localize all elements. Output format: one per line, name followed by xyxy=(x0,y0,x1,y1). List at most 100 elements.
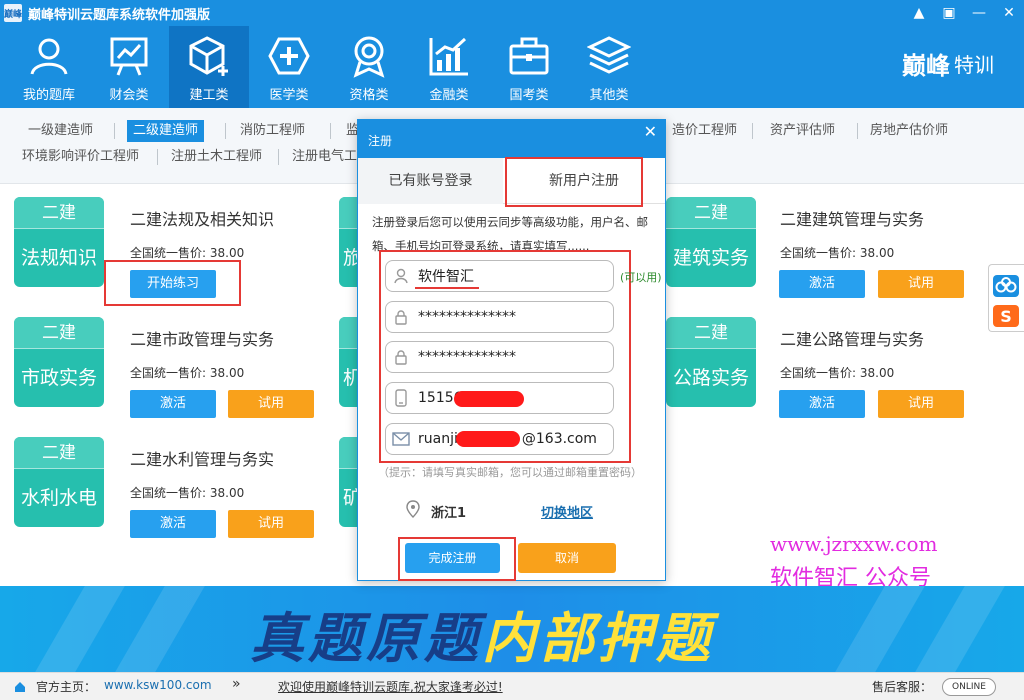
window-controls: ▲ ▣ — ✕ xyxy=(904,0,1024,26)
nav-other[interactable]: 其他类 xyxy=(569,26,649,108)
phone-icon xyxy=(386,383,416,413)
nav-label: 医学类 xyxy=(269,88,309,103)
tab-login[interactable]: 已有账号登录 xyxy=(358,158,503,204)
app-logo-icon: 巅峰 xyxy=(4,4,22,22)
username-value: 软件智汇 xyxy=(418,269,474,285)
switch-region-link[interactable]: 切换地区 xyxy=(541,502,593,521)
activate-button[interactable]: 激活 xyxy=(130,510,216,538)
menu-icon[interactable]: ▣ xyxy=(934,0,964,26)
banner-text: 真题原题内部押题 xyxy=(250,594,714,672)
tile-subject: 公路实务 xyxy=(672,367,749,389)
trial-button[interactable]: 试用 xyxy=(878,270,964,298)
tab-environment-engineer[interactable]: 环境影响评价工程师 xyxy=(16,146,145,168)
location-pin-icon xyxy=(406,500,420,518)
nav-finance[interactable]: 财会类 xyxy=(89,26,169,108)
course-tile[interactable]: 二建 公路实务 xyxy=(666,317,756,407)
scroll-arrows-icon: » xyxy=(232,676,241,692)
course-title: 二建市政管理与实务 xyxy=(130,330,275,349)
course-title: 二建建筑管理与实务 xyxy=(780,210,925,229)
tab-electrical-engineer[interactable]: 注册电气工 xyxy=(286,146,363,168)
banner-stripe xyxy=(915,586,1005,672)
tile-subject: 建筑实务 xyxy=(672,247,749,269)
lock-icon xyxy=(386,342,416,372)
nav-label: 国考类 xyxy=(509,88,549,103)
tab-cost-engineer[interactable]: 造价工程师 xyxy=(666,120,743,142)
confirm-password-field[interactable]: ************** xyxy=(385,341,614,373)
nav-label: 建工类 xyxy=(189,88,229,103)
layers-icon xyxy=(587,36,631,74)
status-bar: 官方主页： www.ksw100.com » 欢迎使用巅峰特训云题库,祝大家逢考… xyxy=(0,672,1024,700)
tile-subject: 市政实务 xyxy=(20,367,97,389)
banner-stripe xyxy=(35,586,125,672)
home-icon xyxy=(15,682,25,692)
nav-label: 资格类 xyxy=(349,88,389,103)
sogou-icon[interactable]: S xyxy=(993,305,1019,327)
tab-level1-builder[interactable]: 一级建造师 xyxy=(22,120,99,142)
course-tile[interactable]: 二建 市政实务 xyxy=(14,317,104,407)
banner-stripe xyxy=(835,586,925,672)
mail-icon xyxy=(386,424,416,454)
activate-button[interactable]: 激活 xyxy=(779,390,865,418)
underline-mark xyxy=(415,287,479,289)
password-value: ************** xyxy=(418,309,516,325)
tile-subject: 水利水电 xyxy=(20,487,97,509)
promo-banner[interactable]: 真题原题内部押题 xyxy=(0,586,1024,672)
cancel-button[interactable]: 取消 xyxy=(518,543,616,573)
nav-label: 财会类 xyxy=(109,88,149,103)
tab-fire-engineer[interactable]: 消防工程师 xyxy=(234,120,311,142)
course-tile[interactable]: 二建 水利水电 xyxy=(14,437,104,527)
cube-icon xyxy=(189,36,228,76)
nav-my-bank[interactable]: 我的题库 xyxy=(9,26,89,108)
close-icon[interactable]: ✕ xyxy=(994,0,1024,26)
banner-text-highlight: 内部押题 xyxy=(482,607,714,670)
nav-medical[interactable]: 医学类 xyxy=(249,26,329,108)
close-icon[interactable]: ✕ xyxy=(644,122,657,141)
watermark-url: www.jzrxxw.com xyxy=(770,532,938,556)
email-hint: （提示：请填写真实邮箱，您可以通过邮箱重置密码） xyxy=(378,466,642,479)
minimize-icon[interactable]: — xyxy=(964,0,994,26)
nav-qualification[interactable]: 资格类 xyxy=(329,26,409,108)
homepage-label: 官方主页： xyxy=(36,680,97,694)
course-tile[interactable]: 二建 法规知识 xyxy=(14,197,104,287)
password-field[interactable]: ************** xyxy=(385,301,614,333)
svg-text:S: S xyxy=(1000,307,1012,326)
username-available: (可以用) xyxy=(620,271,662,284)
nav-financial[interactable]: 金融类 xyxy=(409,26,489,108)
trial-button[interactable]: 试用 xyxy=(878,390,964,418)
tab-level2-builder[interactable]: 二级建造师 xyxy=(127,120,205,142)
tab-asset-appraiser[interactable]: 资产评估师 xyxy=(764,120,841,142)
dialog-title: 注册 xyxy=(368,134,393,148)
course-tile[interactable]: 二建 建筑实务 xyxy=(666,197,756,287)
trial-button[interactable]: 试用 xyxy=(228,390,314,418)
tile-level: 二建 xyxy=(666,317,756,349)
email-prefix: ruanji xyxy=(418,431,458,447)
activate-button[interactable]: 激活 xyxy=(779,270,865,298)
tile-level: 二建 xyxy=(14,197,104,229)
activate-button[interactable]: 激活 xyxy=(130,390,216,418)
banner-stripe xyxy=(115,586,205,672)
user-icon[interactable]: ▲ xyxy=(904,0,934,26)
tile-level: 二建 xyxy=(666,197,756,229)
lock-icon xyxy=(386,302,416,332)
nav-label: 我的题库 xyxy=(22,88,75,103)
separator xyxy=(114,123,115,139)
brand-suffix: 特训 xyxy=(954,53,994,77)
category-nav: 我的题库 财会类 建工类 医学类 资格类 金融类 国考类 其他类 巅峰 特训 xyxy=(0,26,1024,108)
homepage-link[interactable]: www.ksw100.com xyxy=(104,678,212,692)
confirm-password-value: ************** xyxy=(418,349,516,365)
baidu-cloud-icon[interactable] xyxy=(993,275,1019,297)
tab-realestate-appraiser[interactable]: 房地产估价师 xyxy=(864,120,954,142)
separator xyxy=(278,149,279,165)
online-support-badge[interactable]: ONLINE xyxy=(942,678,996,696)
tab-civil-engineer[interactable]: 注册土木工程师 xyxy=(165,146,268,168)
briefcase-icon xyxy=(509,37,549,75)
welcome-marquee[interactable]: 欢迎使用巅峰特训云题库,祝大家逢考必过! xyxy=(278,678,503,695)
nav-construction[interactable]: 建工类 xyxy=(169,26,249,108)
region-value: 浙江1 xyxy=(431,506,467,521)
separator xyxy=(330,123,331,139)
nav-civil-exam[interactable]: 国考类 xyxy=(489,26,569,108)
trial-button[interactable]: 试用 xyxy=(228,510,314,538)
nav-label: 金融类 xyxy=(429,88,469,103)
dialog-header: 注册 ✕ xyxy=(358,120,665,158)
separator xyxy=(157,149,158,165)
